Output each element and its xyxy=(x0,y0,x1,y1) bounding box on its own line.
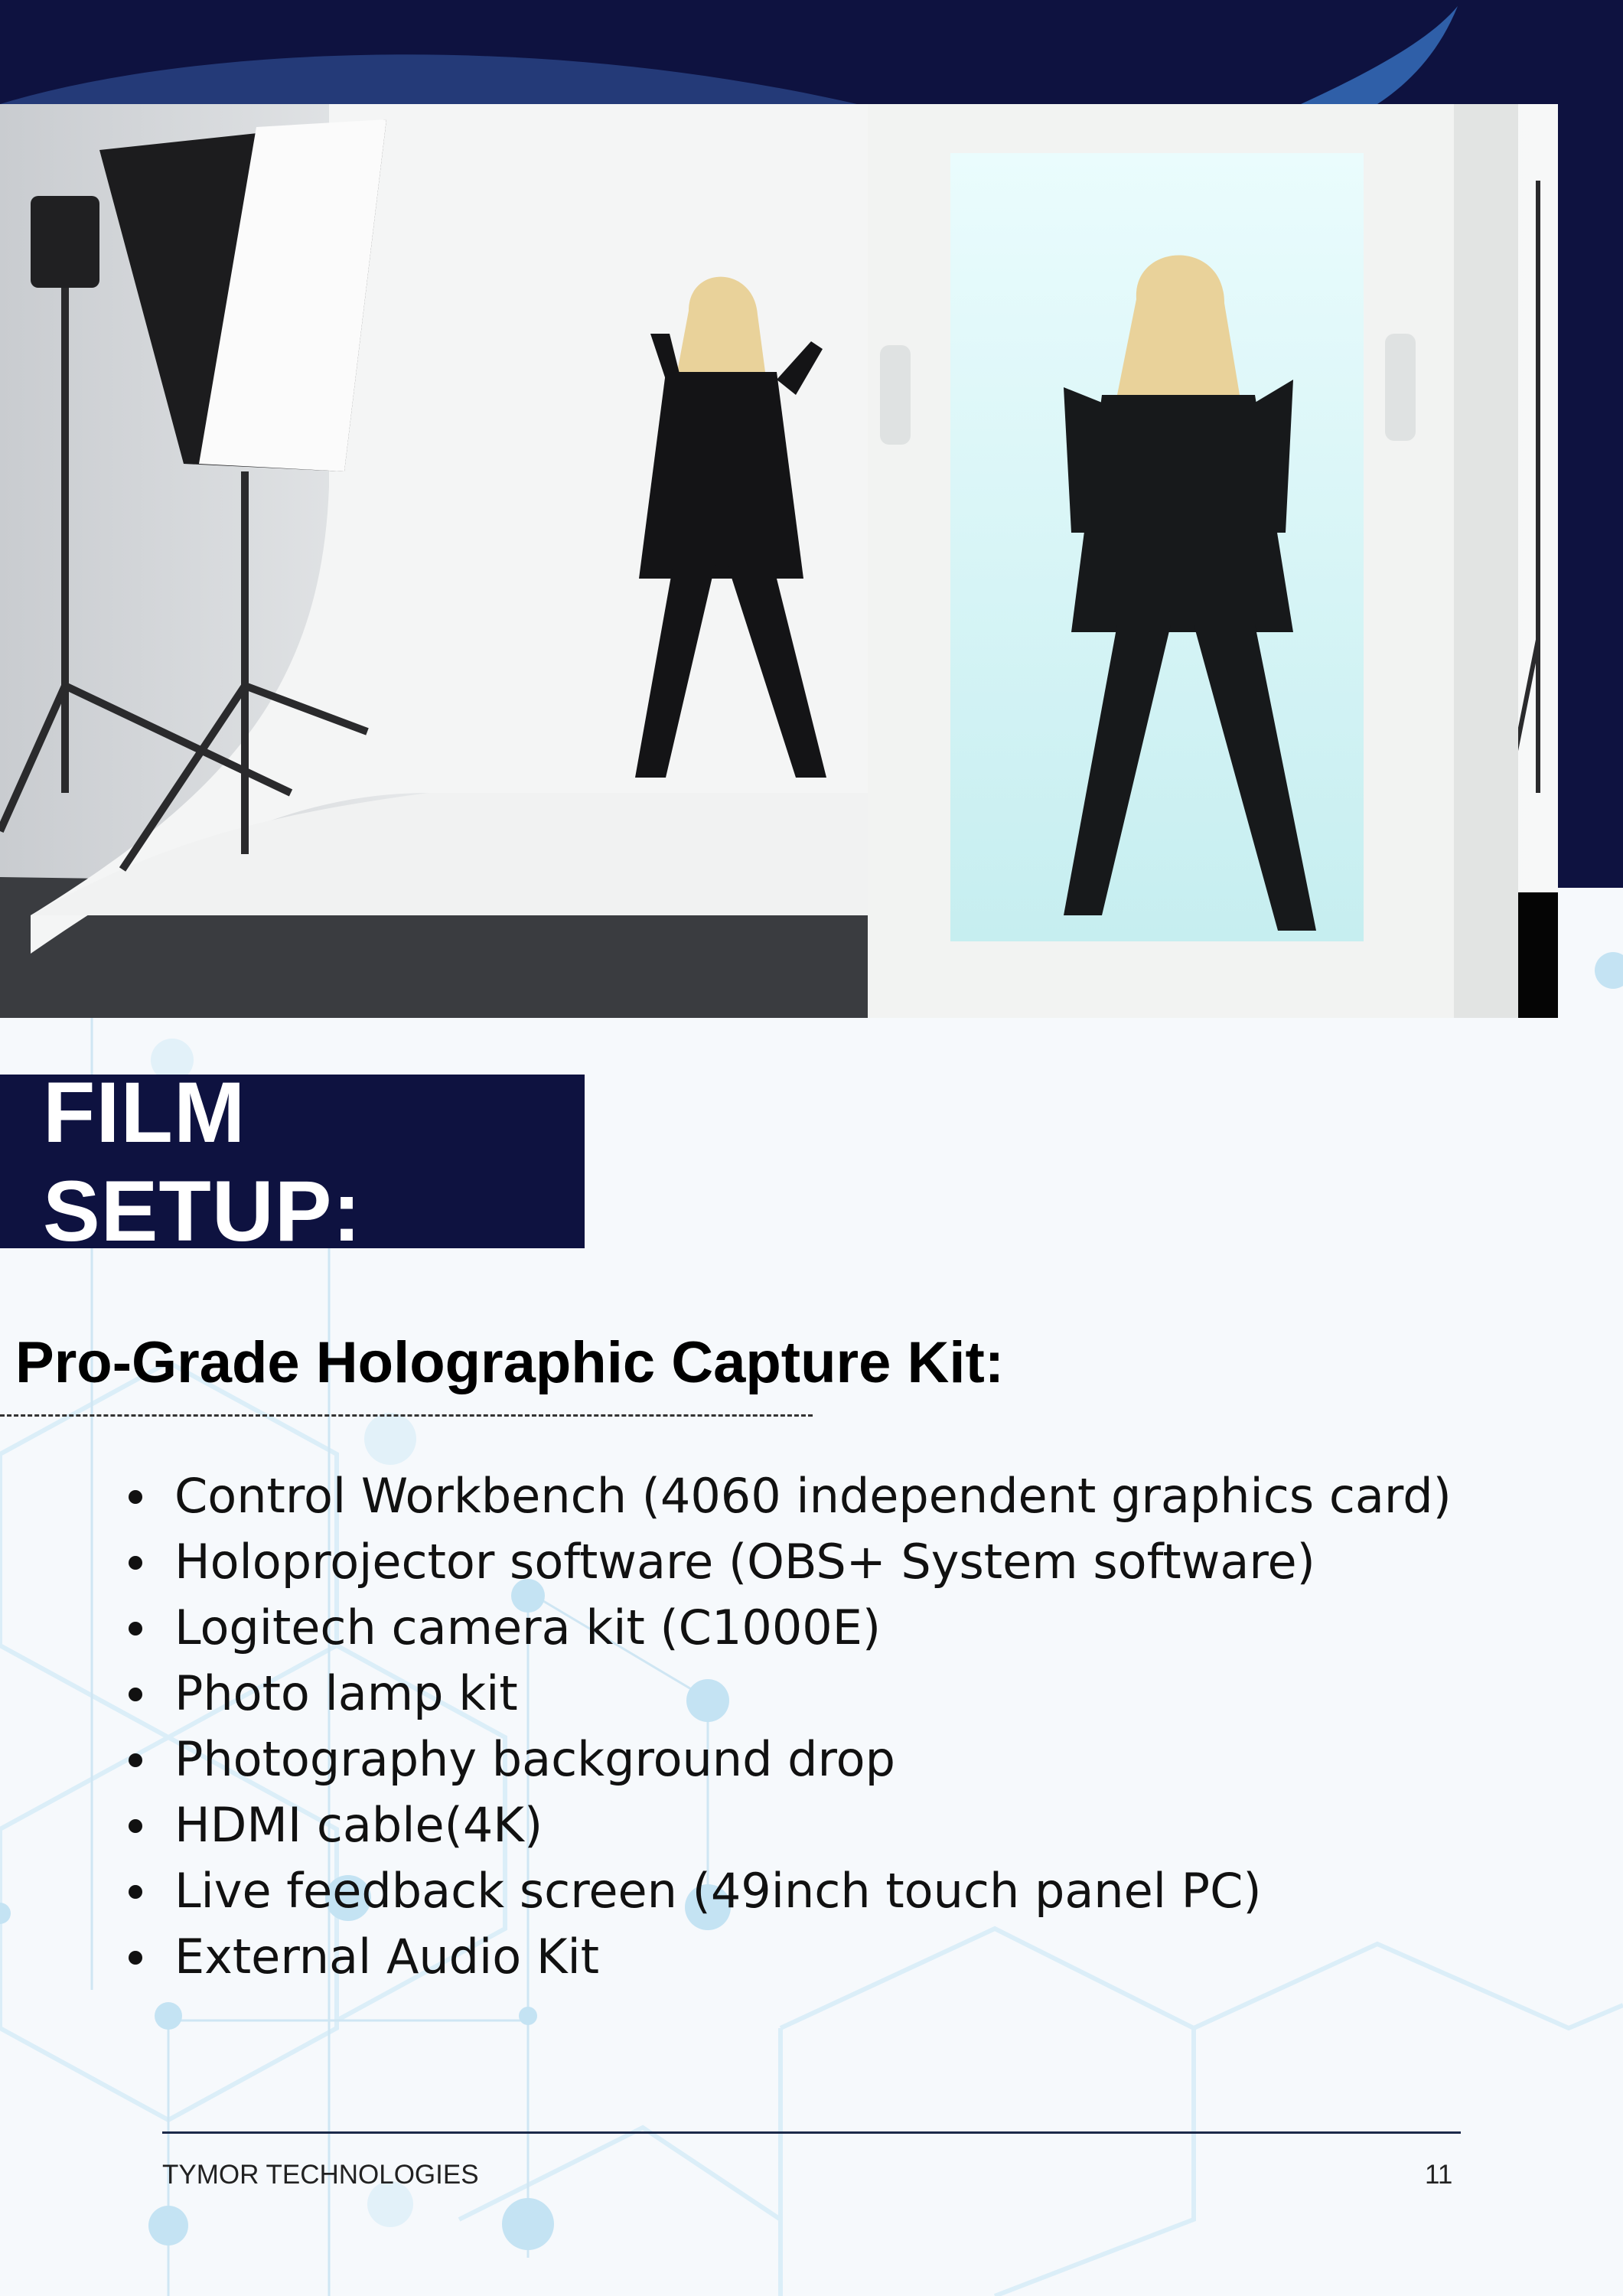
list-item-text: Logitech camera kit (C1000E) xyxy=(174,1600,882,1655)
list-item: External Audio Kit xyxy=(0,1924,1452,1990)
kit-list: Control Workbench (4060 independent grap… xyxy=(0,1463,1452,1990)
bullet-icon xyxy=(129,1622,142,1636)
page-number: 11 xyxy=(1425,2160,1453,2190)
bullet-icon xyxy=(129,1753,142,1767)
list-item-text: HDMI cable(4K) xyxy=(174,1797,543,1853)
dashed-divider xyxy=(0,1414,813,1417)
studio-hologram-image xyxy=(0,104,1558,1018)
hero-photo xyxy=(0,104,1558,1018)
list-item: Logitech camera kit (C1000E) xyxy=(0,1595,1452,1661)
list-item-text: External Audio Kit xyxy=(174,1929,600,1985)
wave-decoration xyxy=(0,6,1458,104)
side-band xyxy=(1558,0,1623,888)
section-title-box: FILM SETUP: xyxy=(0,1065,585,1259)
list-item: Live feedback screen (49inch touch panel… xyxy=(0,1858,1452,1924)
list-item-text: Live feedback screen (49inch touch panel… xyxy=(174,1863,1262,1919)
list-item-text: Photo lamp kit xyxy=(174,1665,518,1721)
list-item: Photo lamp kit xyxy=(0,1661,1452,1727)
bullet-icon xyxy=(129,1819,142,1833)
list-item: Photography background drop xyxy=(0,1727,1452,1792)
bullet-icon xyxy=(129,1556,142,1570)
footer-divider xyxy=(162,2131,1461,2134)
list-item-text: Control Workbench (4060 independent grap… xyxy=(174,1468,1452,1524)
bullet-icon xyxy=(129,1885,142,1899)
list-item: Control Workbench (4060 independent grap… xyxy=(0,1463,1452,1529)
list-item: HDMI cable(4K) xyxy=(0,1792,1452,1858)
list-item-text: Holoprojector software (OBS+ System soft… xyxy=(174,1534,1315,1590)
list-item-text: Photography background drop xyxy=(174,1731,895,1787)
kit-heading: Pro-Grade Holographic Capture Kit: xyxy=(15,1330,1005,1395)
bullet-icon xyxy=(129,1490,142,1504)
list-item: Holoprojector software (OBS+ System soft… xyxy=(0,1529,1452,1595)
footer-company: TYMOR TECHNOLOGIES xyxy=(162,2160,479,2190)
bullet-icon xyxy=(129,1688,142,1701)
page-title: FILM SETUP: xyxy=(43,1064,362,1259)
header-band xyxy=(0,0,1623,104)
bullet-icon xyxy=(129,1951,142,1965)
